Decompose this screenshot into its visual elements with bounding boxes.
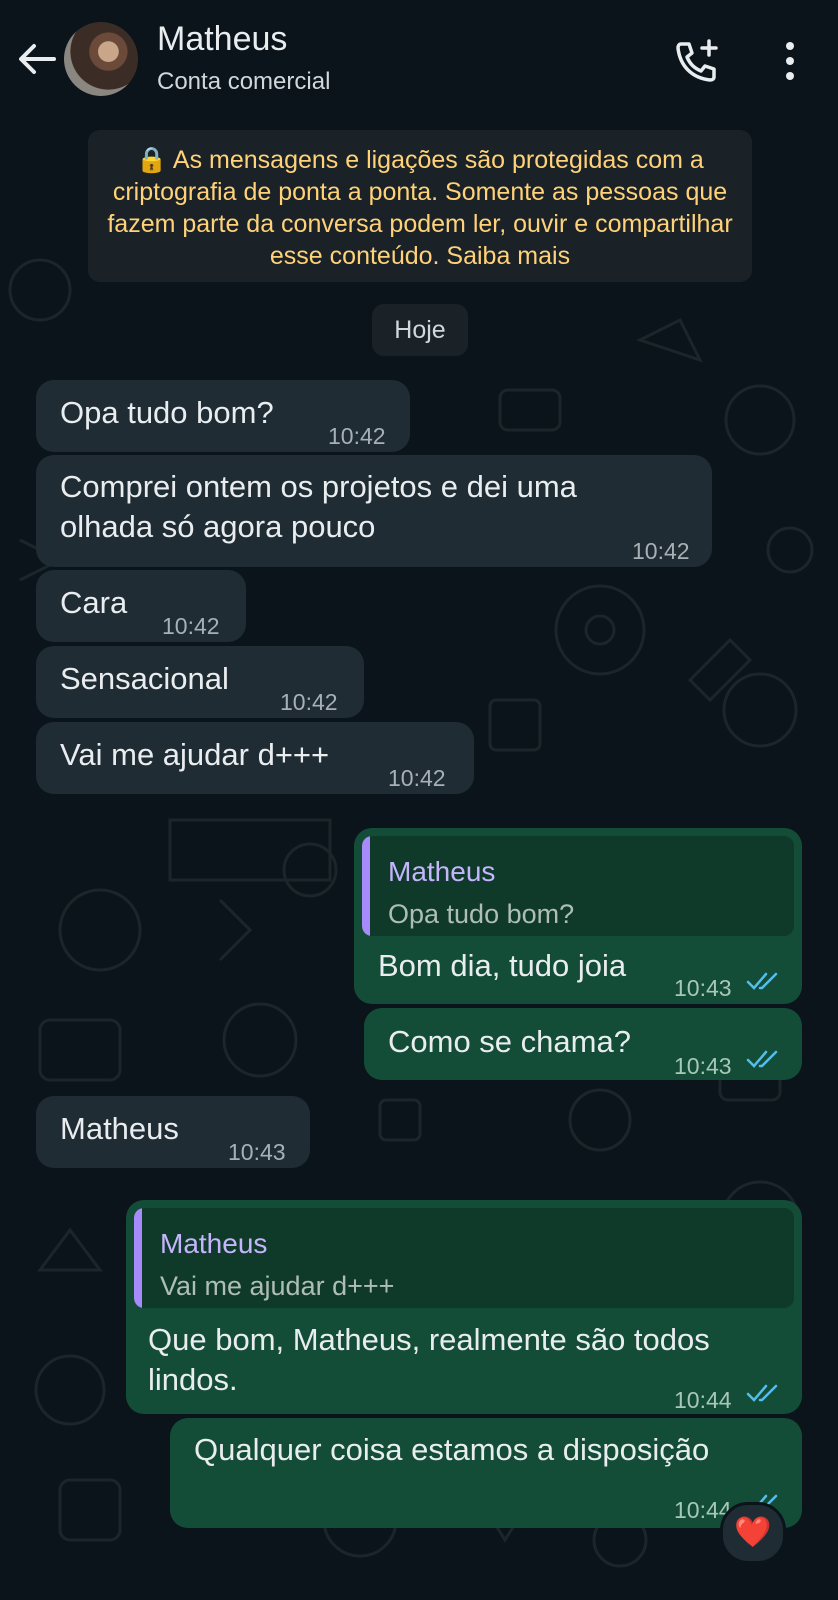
message-time: 10:42	[632, 538, 690, 564]
more-vert-icon[interactable]	[770, 38, 810, 84]
message-time: 10:42	[328, 423, 386, 449]
message-text-line: Que bom, Matheus, realmente são todos	[148, 1322, 710, 1357]
message-bubble-incoming[interactable]: Comprei ontem os projetos e dei uma olha…	[36, 455, 712, 567]
message-time: 10:43	[674, 975, 732, 1001]
contact-subtitle[interactable]: Conta comercial	[157, 68, 330, 96]
message-time: 10:43	[228, 1139, 286, 1165]
message-text: Cara	[60, 585, 128, 620]
message-text-line: lindos.	[148, 1362, 238, 1397]
chat-header: Matheus Conta comercial	[0, 0, 838, 120]
message-bubble-incoming[interactable]: Vai me ajudar d+++ 10:42	[36, 722, 474, 794]
add-call-icon[interactable]	[672, 36, 722, 86]
message-text: Matheus	[60, 1111, 179, 1146]
contact-avatar[interactable]	[64, 22, 138, 96]
quote-accent-bar	[362, 836, 370, 936]
message-text: Bom dia, tudo joia	[378, 948, 627, 983]
quote-text: Vai me ajudar d+++	[160, 1271, 395, 1301]
message-time: 10:42	[388, 765, 446, 791]
message-bubble-outgoing[interactable]: Matheus Vai me ajudar d+++ Que bom, Math…	[126, 1200, 802, 1414]
message-text: Opa tudo bom?	[60, 395, 274, 430]
message-text: Vai me ajudar d+++	[60, 737, 330, 772]
date-chip: Hoje	[372, 304, 468, 356]
double-check-icon	[746, 1384, 778, 1402]
message-text: Sensacional	[60, 661, 229, 696]
message-text: Como se chama?	[388, 1024, 631, 1059]
message-time: 10:44	[674, 1387, 732, 1413]
message-time: 10:42	[162, 613, 220, 639]
message-bubble-outgoing[interactable]: Matheus Opa tudo bom? Bom dia, tudo joia…	[354, 828, 802, 1004]
message-time: 10:43	[674, 1053, 732, 1079]
message-time: 10:42	[280, 689, 338, 715]
message-text-line: Comprei ontem os projetos e dei uma	[60, 469, 577, 504]
reply-quote[interactable]: Matheus Vai me ajudar d+++	[134, 1208, 794, 1308]
reply-quote[interactable]: Matheus Opa tudo bom?	[362, 836, 794, 936]
encryption-notice[interactable]: 🔒 As mensagens e ligações são protegidas…	[88, 130, 752, 282]
back-arrow-icon[interactable]	[14, 36, 60, 82]
contact-name[interactable]: Matheus	[157, 20, 287, 59]
message-text-line: olhada só agora pouco	[60, 509, 376, 544]
heart-reaction-icon[interactable]: ❤️	[720, 1502, 786, 1564]
message-bubble-outgoing[interactable]: Como se chama? 10:43	[364, 1008, 802, 1080]
message-bubble-incoming[interactable]: Sensacional 10:42	[36, 646, 364, 718]
message-bubble-incoming[interactable]: Opa tudo bom? 10:42	[36, 380, 410, 452]
quote-sender: Matheus	[160, 1228, 268, 1259]
chat-area[interactable]: 🔒 As mensagens e ligações são protegidas…	[0, 120, 838, 1600]
message-bubble-outgoing[interactable]: Qualquer coisa estamos a disposição 10:4…	[170, 1418, 802, 1528]
double-check-icon	[746, 972, 778, 990]
quote-sender: Matheus	[388, 856, 496, 887]
message-bubble-incoming[interactable]: Matheus 10:43	[36, 1096, 310, 1168]
message-bubble-incoming[interactable]: Cara 10:42	[36, 570, 246, 642]
quote-text: Opa tudo bom?	[388, 899, 575, 929]
message-text: Qualquer coisa estamos a disposição	[194, 1432, 710, 1467]
quote-accent-bar	[134, 1208, 142, 1308]
double-check-icon	[746, 1050, 778, 1068]
